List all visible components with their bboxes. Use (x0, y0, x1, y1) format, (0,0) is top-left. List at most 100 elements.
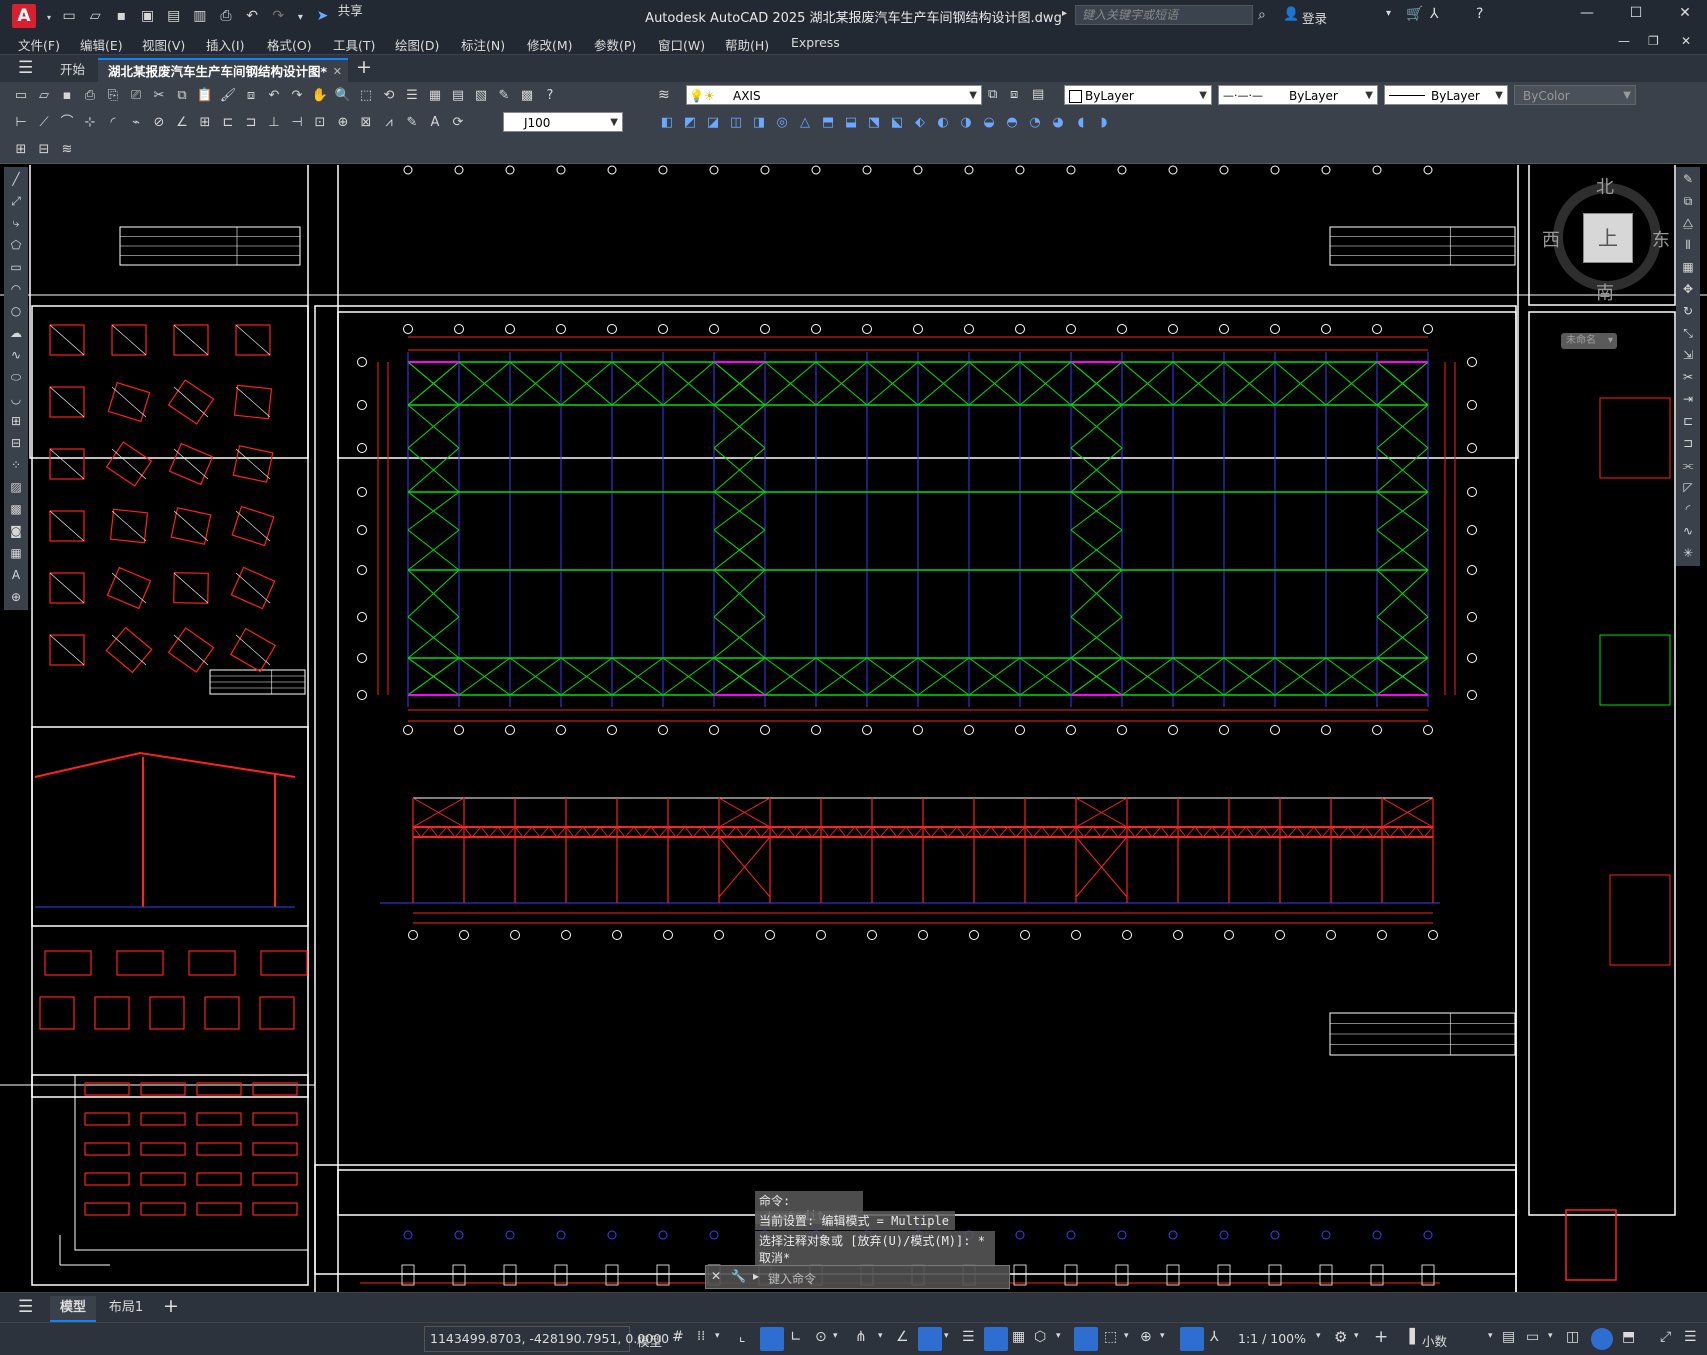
dynamic-ucs-icon[interactable] (1074, 1327, 1098, 1351)
menu-parameters[interactable]: 参数(P) (594, 35, 636, 54)
loft-icon[interactable]: ⬖ (909, 112, 931, 134)
revolve-icon[interactable]: ⬕ (886, 112, 908, 134)
chamfer-icon[interactable]: ◸ (1678, 477, 1698, 498)
clean-screen-icon[interactable]: ⬒ (1622, 1329, 1635, 1345)
command-input[interactable]: 键入命令 (768, 1270, 816, 1287)
layer-tools-icon[interactable]: ≋ (56, 139, 78, 161)
undo-tb-icon[interactable]: ↶ (263, 85, 285, 107)
tab-close-icon[interactable]: ✕ (333, 60, 342, 84)
ordinate-dim-icon[interactable]: ⊹ (79, 112, 101, 134)
make-block-icon[interactable]: ⊟ (6, 433, 26, 454)
search-input[interactable]: 键入关键字或短语 (1075, 5, 1253, 25)
subtract-icon[interactable]: ◑ (955, 112, 977, 134)
angular-dim-icon[interactable]: ∠ (171, 112, 193, 134)
coordinate-readout[interactable]: 1143499.8703, -428190.7951, 0.0000 (430, 1331, 669, 1346)
dim-update-icon[interactable]: ⟳ (447, 112, 469, 134)
object-snap-icon[interactable] (918, 1327, 942, 1351)
block-insert-icon[interactable]: ⊞ (10, 139, 32, 161)
snap-icon[interactable]: ⁞⁞ (697, 1329, 705, 1344)
paste-icon[interactable]: 📋 (194, 85, 216, 107)
annotation-scale[interactable]: 1:1 / 100% (1238, 1331, 1306, 1346)
doc-restore-icon[interactable]: ❐ (1648, 34, 1659, 48)
3d-rotate-icon[interactable]: ◖ (1070, 112, 1092, 134)
doc-close-icon[interactable]: ✕ (1681, 34, 1691, 48)
color-combo[interactable]: ByLayer ▼ (1064, 85, 1212, 105)
copy-object-icon[interactable]: ⧉ (1678, 191, 1698, 212)
sphere-icon[interactable]: ◫ (725, 112, 747, 134)
cone-icon[interactable]: ◪ (702, 112, 724, 134)
new-icon[interactable]: ▭ (58, 5, 80, 27)
rectangle-icon[interactable]: ▭ (6, 257, 26, 278)
open-file-icon[interactable]: ▱ (33, 85, 55, 107)
user-icon[interactable]: 👤 (1283, 7, 1299, 22)
union-icon[interactable]: ◐ (932, 112, 954, 134)
pyramid-icon[interactable]: △ (794, 112, 816, 134)
fullscreen-icon[interactable]: ⤢ (1660, 1329, 1671, 1345)
lineweight-combo[interactable]: ByLayer ▼ (1384, 85, 1508, 105)
customize-icon[interactable]: ▾ (293, 7, 307, 29)
mirror-icon[interactable]: ⧋ (1678, 213, 1698, 234)
dim-text-edit-icon[interactable]: A (424, 112, 446, 134)
polar-tracking-icon[interactable]: ⊙ (815, 1329, 827, 1345)
menu-modify[interactable]: 修改(M) (527, 35, 573, 54)
grid-icon[interactable]: # (672, 1329, 684, 1345)
ortho-icon[interactable]: ∟ (790, 1329, 802, 1345)
maximize-icon[interactable]: ☐ (1621, 5, 1651, 21)
workspace-gear-icon[interactable]: ⚙ (1334, 1328, 1347, 1346)
scale-icon[interactable]: ⤡ (1678, 323, 1698, 344)
diameter-dim-icon[interactable]: ⊘ (148, 112, 170, 134)
3d-move-icon[interactable]: ◕ (1047, 112, 1069, 134)
blend-curves-icon[interactable]: ∿ (1678, 521, 1698, 542)
calculator-icon[interactable]: ▩ (516, 85, 538, 107)
auto-scale-icon[interactable]: ⅄ (1210, 1329, 1219, 1345)
revcloud-icon[interactable]: ☁ (6, 323, 26, 344)
share-label[interactable]: 共享 (338, 3, 363, 18)
mtext-icon[interactable]: A (6, 565, 26, 586)
3d-osnap-dropdown-icon[interactable]: ▾ (1056, 1331, 1061, 1341)
graphics-dropdown-icon[interactable]: ▾ (1548, 1331, 1553, 1341)
workspace-dropdown-icon[interactable]: ▾ (1354, 1331, 1359, 1341)
3d-osnap-icon[interactable]: ⬡ (1034, 1329, 1046, 1345)
tolerance-icon[interactable]: ⊡ (309, 112, 331, 134)
menu-help[interactable]: 帮助(H) (725, 35, 769, 54)
annotation-visibility-icon[interactable] (1180, 1327, 1204, 1351)
extend-icon[interactable]: ⇥ (1678, 389, 1698, 410)
array-icon[interactable]: ▦ (1678, 257, 1698, 278)
close-icon[interactable]: ✕ (1670, 5, 1700, 21)
new-tab-plus-icon[interactable]: + (356, 56, 372, 78)
gizmo-dropdown-icon[interactable]: ▾ (1160, 1331, 1165, 1341)
save-web-icon[interactable]: ▥ (189, 5, 211, 27)
arc-icon[interactable]: ◠ (6, 279, 26, 300)
qnew-icon[interactable]: ▭ (10, 85, 32, 107)
section-plane-icon[interactable]: ◔ (1024, 112, 1046, 134)
dim-space-icon[interactable]: ⊥ (263, 112, 285, 134)
layer-state-icon[interactable]: ▤ (1032, 87, 1044, 102)
dimstyle-combo[interactable]: J100 ▼ (503, 112, 623, 132)
zoom-realtime-icon[interactable]: 🔍 (332, 85, 354, 107)
aligned-dim-icon[interactable]: ⟋ (33, 112, 55, 134)
viewcube-south[interactable]: 南 (1596, 279, 1614, 305)
jogged-dim-icon[interactable]: ⌁ (125, 112, 147, 134)
radius-dim-icon[interactable]: ◜ (102, 112, 124, 134)
sweep-icon[interactable]: ⬔ (863, 112, 885, 134)
rotate-icon[interactable]: ↻ (1678, 301, 1698, 322)
add-layout-icon[interactable]: + (163, 1295, 179, 1317)
tool-palettes-icon[interactable]: ▤ (447, 85, 469, 107)
layout-hamburger-icon[interactable]: ☰ (18, 1297, 33, 1317)
model-space-toggle[interactable]: 模型 (637, 1331, 662, 1350)
redo-tb-icon[interactable]: ↷ (286, 85, 308, 107)
tab-drawing[interactable]: 湖北某报废汽车生产车间钢结构设计图* ✕ (98, 58, 348, 82)
slice-icon[interactable]: ◓ (1001, 112, 1023, 134)
insert-block-icon[interactable]: ⊞ (6, 411, 26, 432)
break-icon[interactable]: ⊐ (1678, 433, 1698, 454)
save-icon[interactable]: ▪ (110, 5, 132, 27)
point-icon[interactable]: ⁘ (6, 455, 26, 476)
help-icon[interactable]: ? (1476, 6, 1483, 22)
intersect-icon[interactable]: ◒ (978, 112, 1000, 134)
arc-length-icon[interactable]: ⌒ (56, 112, 78, 134)
share-icon[interactable]: ➤ (312, 5, 334, 27)
continue-dim-icon[interactable]: ⊐ (240, 112, 262, 134)
save-file-icon[interactable]: ▪ (56, 85, 78, 107)
box-icon[interactable]: ◧ (656, 112, 678, 134)
customization-icon[interactable]: ☰ (1684, 1329, 1697, 1345)
